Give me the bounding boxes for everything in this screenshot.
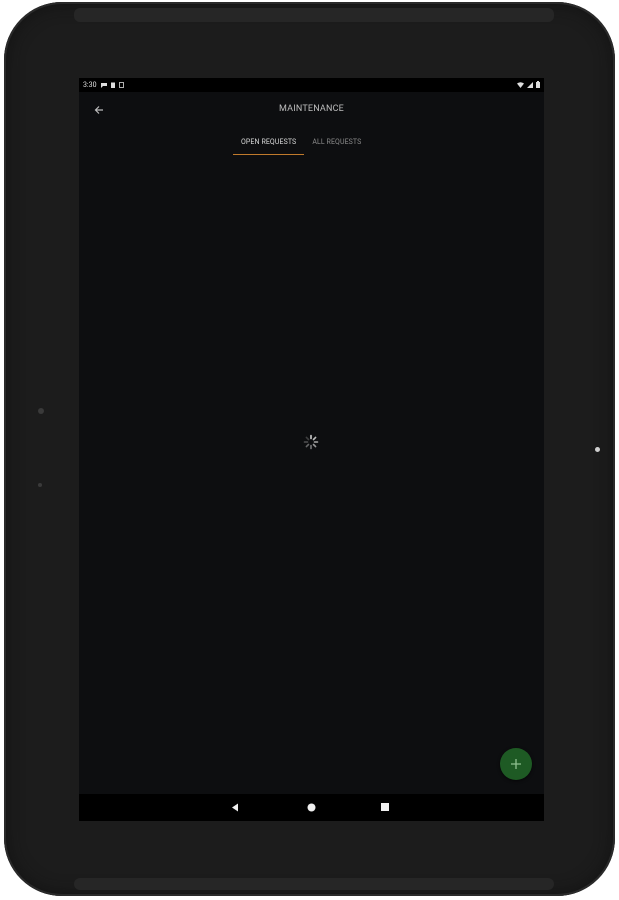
hardware-button <box>38 408 44 414</box>
add-request-button[interactable] <box>500 748 532 780</box>
bezel-bottom <box>74 878 554 890</box>
camera-dot <box>595 447 600 452</box>
tab-open-requests[interactable]: OPEN REQUESTS <box>233 132 305 155</box>
cell-signal-icon <box>527 81 533 88</box>
status-bar: 3:30 <box>79 78 544 92</box>
nav-back-button[interactable] <box>229 801 241 813</box>
nav-recents-button[interactable] <box>379 801 391 813</box>
tab-all-requests[interactable]: ALL REQUESTS <box>304 132 369 155</box>
sd-card-icon <box>118 82 124 88</box>
notification-icon <box>100 83 107 88</box>
app-screen: 3:30 MAINTENANCE OPEN REQUESTS ALL REQUE… <box>79 78 544 821</box>
circle-home-icon <box>307 803 315 811</box>
tab-bar: OPEN REQUESTS ALL REQUESTS <box>233 132 369 155</box>
spinner-icon <box>303 434 319 450</box>
system-nav-bar <box>79 794 544 821</box>
nav-home-button[interactable] <box>305 801 317 813</box>
square-recents-icon <box>381 803 389 811</box>
status-time: 3:30 <box>83 81 97 89</box>
app-bar: MAINTENANCE <box>79 92 544 128</box>
page-title: MAINTENANCE <box>279 104 344 114</box>
hardware-button <box>38 483 42 487</box>
triangle-back-icon <box>232 803 238 811</box>
battery-small-icon <box>110 82 115 88</box>
battery-icon <box>536 81 540 88</box>
wifi-icon <box>517 81 524 88</box>
plus-icon <box>511 759 521 769</box>
bezel-top <box>74 8 554 22</box>
